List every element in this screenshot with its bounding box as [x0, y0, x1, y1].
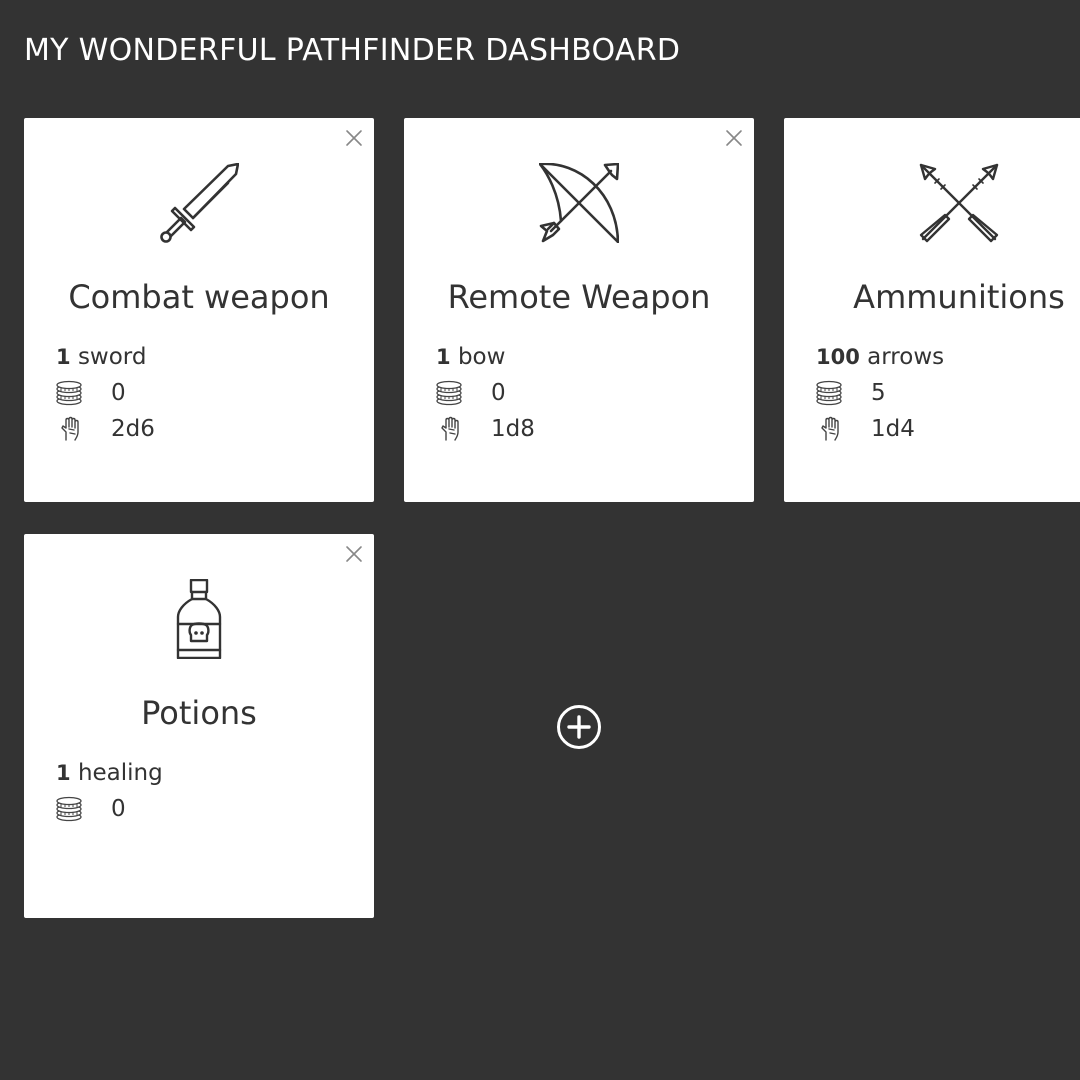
- hand-icon: [441, 416, 459, 441]
- cost-value: 0: [111, 380, 126, 406]
- sword-icon: [160, 163, 239, 243]
- crossed-arrows-icon: [919, 163, 999, 243]
- damage-stat: 1d4: [816, 414, 1080, 444]
- damage-stat: 1d8: [436, 414, 716, 444]
- card-combat-weapon: Combat weapon 1 sword 0 2d6: [24, 118, 374, 502]
- item-name: healing: [77, 760, 163, 786]
- item-name: arrows: [867, 344, 945, 370]
- item-name: sword: [77, 344, 147, 370]
- poison-bottle-icon: [176, 579, 222, 659]
- close-icon[interactable]: [344, 544, 364, 564]
- close-icon[interactable]: [344, 128, 364, 148]
- card-potions: Potions 1 healing 0: [24, 534, 374, 918]
- bow-and-arrow-icon: [539, 163, 619, 243]
- cost-stat: 5: [816, 378, 1080, 408]
- item-quantity-line: 1 bow: [436, 344, 505, 370]
- item-quantity-line: 100 arrows: [816, 344, 944, 370]
- cost-value: 0: [111, 796, 126, 822]
- item-name: bow: [457, 344, 506, 370]
- card-title: Potions: [141, 694, 257, 732]
- card-title: Remote Weapon: [447, 278, 711, 316]
- item-quantity: 1: [56, 761, 71, 785]
- add-card-button[interactable]: [556, 704, 602, 750]
- damage-value: 1d8: [491, 416, 535, 442]
- card-title: Ammunitions: [853, 278, 1065, 316]
- damage-stat: 2d6: [56, 414, 336, 444]
- hand-icon: [821, 416, 839, 441]
- close-icon[interactable]: [724, 128, 744, 148]
- coins-icon: [56, 380, 82, 406]
- card-ammunitions: Ammunitions 100 arrows 5 1d4: [784, 118, 1080, 502]
- coins-icon: [56, 796, 82, 822]
- cost-value: 0: [491, 380, 506, 406]
- cost-value: 5: [871, 380, 886, 406]
- page-title: MY WONDERFUL PATHFINDER DASHBOARD: [24, 33, 681, 68]
- coins-icon: [816, 380, 842, 406]
- plus-circle-icon: [557, 705, 601, 749]
- cost-stat: 0: [56, 794, 336, 824]
- item-quantity: 1: [436, 345, 451, 369]
- damage-value: 2d6: [111, 416, 155, 442]
- item-quantity-line: 1 healing: [56, 760, 163, 786]
- coins-icon: [436, 380, 462, 406]
- hand-icon: [61, 416, 79, 441]
- card-title: Combat weapon: [68, 278, 330, 316]
- damage-value: 1d4: [871, 416, 915, 442]
- item-quantity: 100: [816, 345, 860, 369]
- cost-stat: 0: [56, 378, 336, 408]
- card-remote-weapon: Remote Weapon 1 bow 0 1d8: [404, 118, 754, 502]
- cost-stat: 0: [436, 378, 716, 408]
- item-quantity: 1: [56, 345, 71, 369]
- item-quantity-line: 1 sword: [56, 344, 146, 370]
